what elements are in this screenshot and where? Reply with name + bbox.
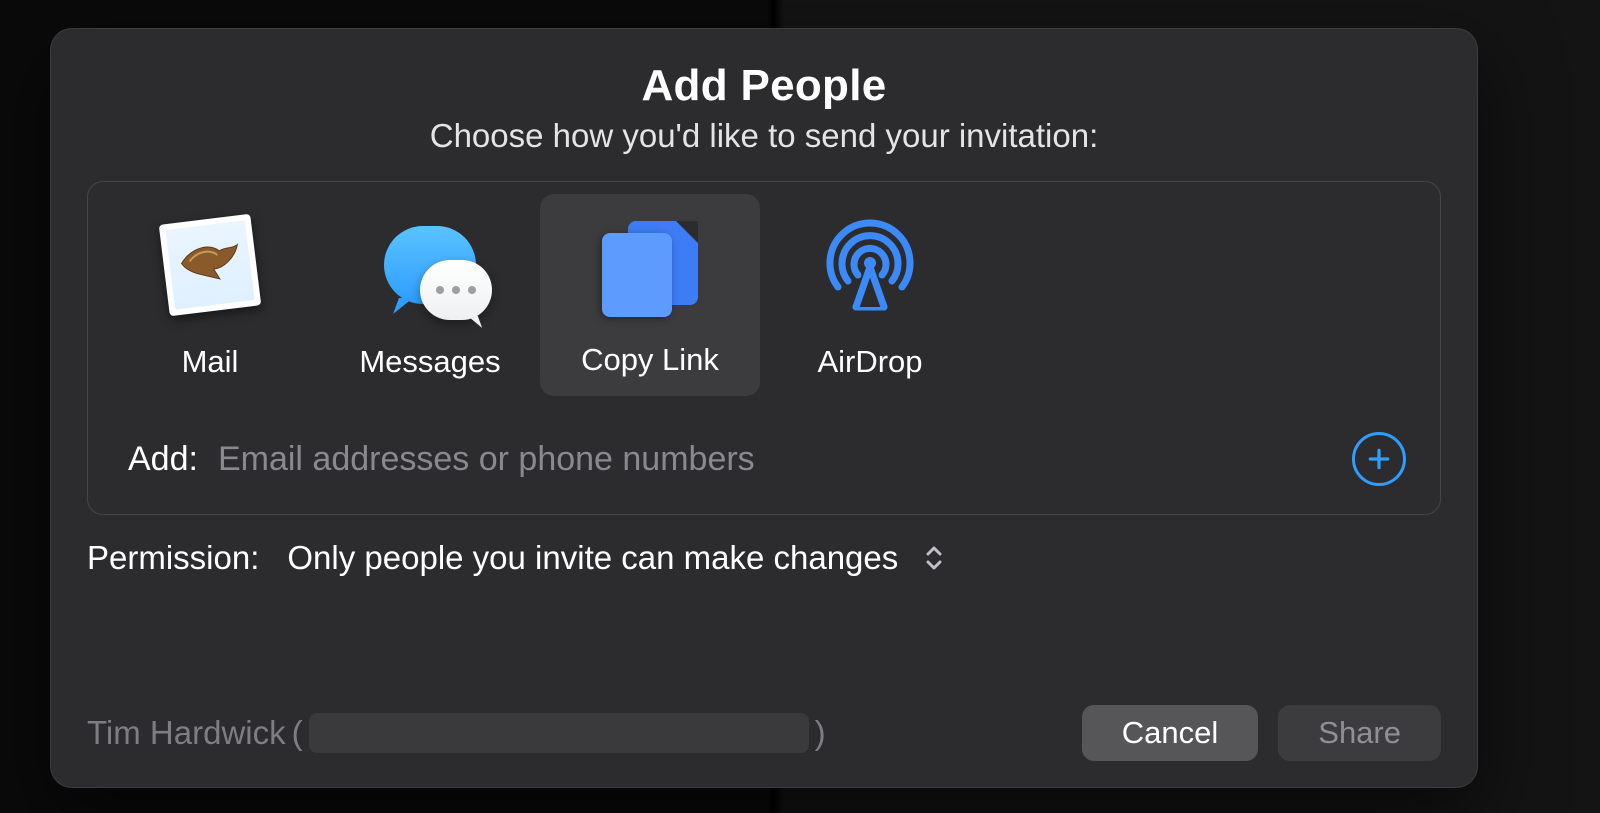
add-recipients-row: Add:: [88, 410, 1440, 514]
cancel-button[interactable]: Cancel: [1082, 705, 1259, 761]
user-detail-open: (: [292, 714, 303, 752]
share-button[interactable]: Share: [1278, 705, 1441, 761]
method-copy-link[interactable]: Copy Link: [540, 194, 760, 396]
messages-icon: [332, 200, 528, 330]
share-options-box: Mail Messages: [87, 181, 1441, 515]
method-copy-link-label: Copy Link: [540, 342, 760, 378]
stepper-icon: [924, 544, 944, 572]
method-mail[interactable]: Mail: [100, 190, 320, 386]
dialog-footer: Tim Hardwick ( ) Cancel Share: [87, 705, 1441, 761]
dialog-title: Add People: [51, 61, 1477, 111]
airdrop-icon: [772, 200, 968, 330]
method-mail-label: Mail: [100, 344, 320, 380]
current-user-line: Tim Hardwick ( ): [87, 713, 826, 753]
user-detail-close: ): [815, 714, 826, 752]
permission-select[interactable]: Only people you invite can make changes: [287, 539, 944, 577]
method-airdrop[interactable]: AirDrop: [760, 190, 980, 386]
permission-row: Permission: Only people you invite can m…: [87, 539, 1441, 577]
add-people-dialog: Add People Choose how you'd like to send…: [50, 28, 1478, 788]
permission-label: Permission:: [87, 539, 259, 577]
permission-value: Only people you invite can make changes: [287, 539, 898, 577]
method-messages[interactable]: Messages: [320, 190, 540, 386]
share-methods-row: Mail Messages: [88, 182, 1440, 410]
dialog-subtitle: Choose how you'd like to send your invit…: [51, 117, 1477, 155]
add-label: Add:: [128, 440, 198, 479]
redacted-user-detail: [309, 713, 809, 753]
add-recipient-button[interactable]: [1352, 432, 1406, 486]
current-user-name: Tim Hardwick: [87, 714, 286, 752]
plus-icon: [1366, 446, 1392, 472]
method-airdrop-label: AirDrop: [760, 344, 980, 380]
add-recipients-input[interactable]: [216, 439, 1334, 480]
method-messages-label: Messages: [320, 344, 540, 380]
copy-link-icon: [552, 204, 748, 334]
mail-stamp-icon: [112, 200, 308, 330]
